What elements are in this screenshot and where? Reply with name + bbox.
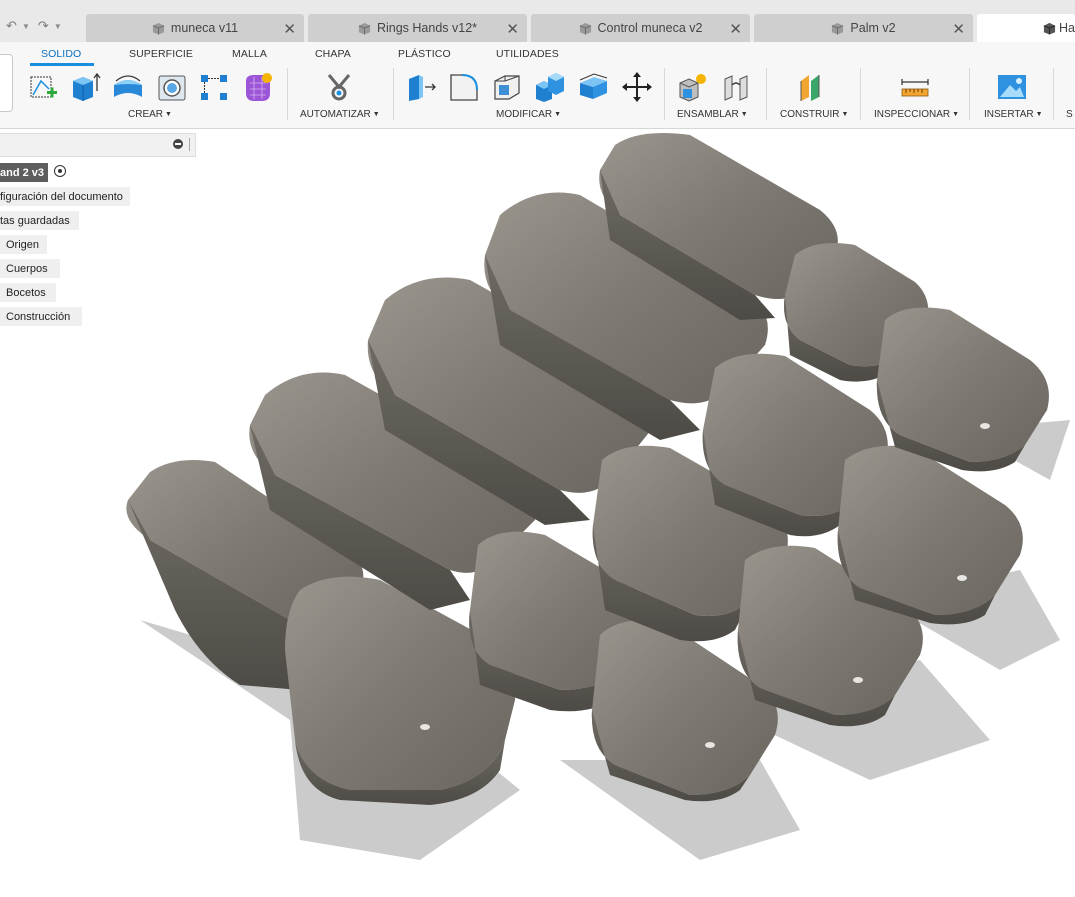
separator [393,68,394,120]
3d-viewport[interactable] [0,128,1075,897]
dropdown-caret-icon: ▼ [372,111,380,118]
toolbar-ribbon: SOLIDO SUPERFICIE MALLA CHAPA PLÁSTICO U… [0,42,1075,129]
pin-divider [189,138,190,151]
ribbon-tab-solido[interactable]: SOLIDO [41,48,81,60]
browser-item-document-settings[interactable]: figuración del documento [0,187,130,206]
new-component-icon[interactable] [676,70,710,104]
group-crear[interactable]: CREAR ▼ [128,109,172,120]
fillet-icon[interactable] [447,70,481,104]
dropdown-caret-icon: ▼ [554,111,562,118]
finger-segment-5c[interactable] [876,307,1049,472]
combine-icon[interactable] [533,70,567,104]
move-icon[interactable] [620,70,654,104]
dropdown-caret-icon: ▼ [1035,111,1043,118]
close-icon[interactable]: ✕ [729,20,742,38]
component-icon [152,22,165,35]
group-inspeccionar[interactable]: INSPECCIONAR ▼ [874,109,959,120]
active-component-radio-icon[interactable] [54,165,66,177]
group-modificar[interactable]: MODIFICAR ▼ [496,109,561,120]
create-form-icon[interactable] [241,70,275,104]
group-construir[interactable]: CONSTRUIR ▼ [780,109,848,120]
tab-active-hand[interactable]: Ha [977,14,1075,42]
press-pull-icon[interactable] [404,70,438,104]
separator [1053,68,1054,120]
tab-rings-hands[interactable]: Rings Hands v12* ✕ [308,14,527,42]
undo-redo-group: ↶ ▼ ↷ ▼ [6,19,62,33]
tab-control-muneca[interactable]: Control muneca v2 ✕ [531,14,750,42]
offset-faces-icon[interactable] [576,70,610,104]
browser-root-node[interactable]: and 2 v3 [0,163,49,182]
close-icon[interactable]: ✕ [952,20,965,38]
component-icon [832,22,844,35]
revolve-icon[interactable] [111,70,145,104]
insert-image-icon[interactable] [995,70,1029,104]
undo-icon[interactable]: ↶ [6,19,20,33]
browser-item-sketches[interactable]: Bocetos [0,283,56,302]
active-tab-indicator [30,63,94,66]
dropdown-caret-icon: ▼ [165,111,172,118]
shell-icon[interactable] [490,70,524,104]
offset-plane-icon[interactable] [796,70,830,104]
tab-label: Ha [1059,21,1075,35]
data-panel-toggle[interactable] [0,54,13,112]
browser-header [0,133,196,157]
tab-muneca[interactable]: muneca v11 ✕ [86,14,304,42]
tab-label: Control muneca v2 [597,21,703,35]
group-next-truncated[interactable]: S [1066,109,1073,120]
ribbon-tab-utilidades[interactable]: UTILIDADES [496,48,559,60]
component-icon [358,22,371,35]
dropdown-caret-icon: ▼ [841,111,849,118]
browser-item-construction[interactable]: Construcción [0,307,82,326]
tab-label: Rings Hands v12* [376,21,478,35]
tab-label: Palm v2 [850,21,896,35]
ribbon-tab-malla[interactable]: MALLA [232,48,267,60]
collapse-browser-icon[interactable] [173,139,183,149]
separator [969,68,970,120]
component-icon [1043,22,1056,35]
close-icon[interactable]: ✕ [283,20,296,38]
ribbon-tab-superficie[interactable]: SUPERFICIE [129,48,193,60]
group-insertar[interactable]: INSERTAR ▼ [984,109,1043,120]
separator [287,68,288,120]
redo-dropdown-icon[interactable]: ▼ [54,22,62,31]
tab-palm[interactable]: Palm v2 ✕ [754,14,973,42]
hole-icon[interactable] [155,70,189,104]
redo-icon[interactable]: ↷ [38,19,52,33]
browser-item-bodies[interactable]: Cuerpos [0,259,60,278]
tab-label: muneca v11 [170,21,239,35]
undo-dropdown-icon[interactable]: ▼ [22,22,30,31]
component-icon [579,22,591,35]
group-ensamblar[interactable]: ENSAMBLAR ▼ [677,109,748,120]
create-sketch-icon[interactable] [26,70,60,104]
extrude-icon[interactable] [68,70,102,104]
dropdown-caret-icon: ▼ [740,111,748,118]
measure-icon[interactable] [898,70,932,104]
browser-item-origin[interactable]: Origen [0,235,47,254]
pattern-icon[interactable] [197,70,231,104]
document-tab-bar: ↶ ▼ ↷ ▼ muneca v11 ✕ Rings Hands v12* ✕ … [0,0,1075,42]
automate-icon[interactable] [322,70,356,104]
separator [766,68,767,120]
joint-icon[interactable] [719,70,753,104]
dropdown-caret-icon: ▼ [952,111,960,118]
ribbon-tab-plastico[interactable]: PLÁSTICO [398,48,451,60]
browser-item-named-views[interactable]: tas guardadas [0,211,79,230]
group-automatizar[interactable]: AUTOMATIZAR ▼ [300,109,380,120]
separator [860,68,861,120]
close-icon[interactable]: ✕ [506,20,519,38]
separator [664,68,665,120]
ribbon-tab-chapa[interactable]: CHAPA [315,48,351,60]
